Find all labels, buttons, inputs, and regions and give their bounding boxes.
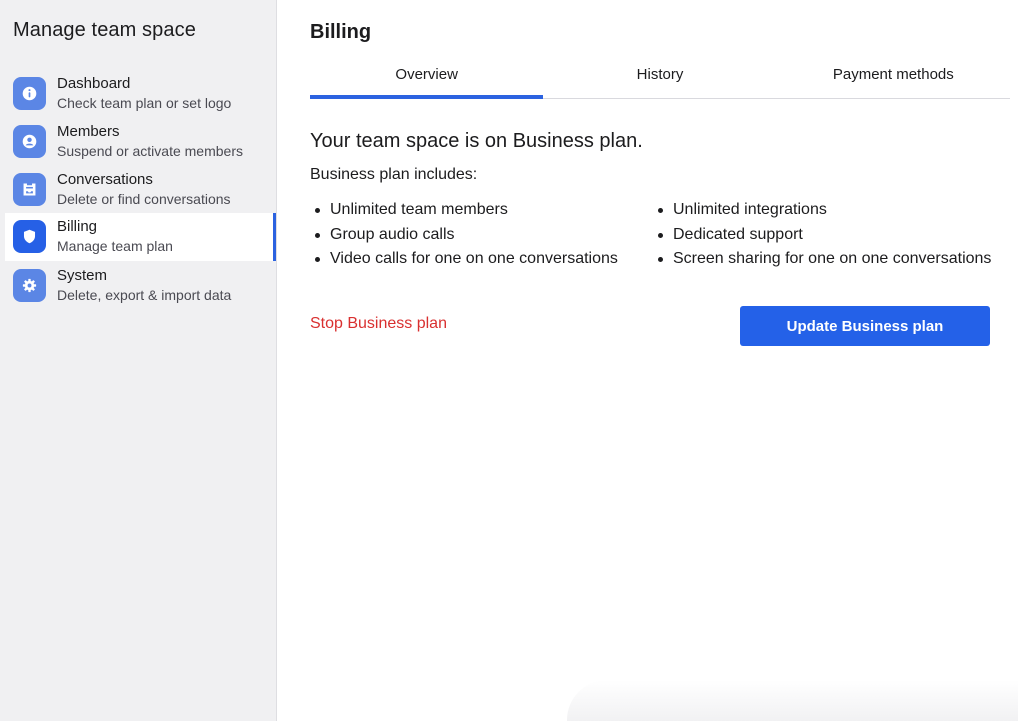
list-item: Unlimited team members [310, 200, 618, 225]
tab-payment-methods[interactable]: Payment methods [777, 56, 1010, 98]
list-item: Screen sharing for one on one conversati… [653, 249, 991, 274]
tab-overview[interactable]: Overview [310, 56, 544, 99]
sidebar-item-conversations[interactable]: Conversations Delete or find conversatio… [5, 166, 276, 214]
sidebar-title: Manage team space [13, 19, 196, 41]
update-plan-button[interactable]: Update Business plan [740, 306, 990, 346]
shield-icon [13, 220, 46, 253]
sidebar-item-members[interactable]: Members Suspend or activate members [5, 118, 276, 166]
sidebar-item-system[interactable]: System Delete, export & import data [5, 262, 276, 310]
sidebar-item-description: Suspend or activate members [57, 143, 243, 159]
sidebar-item-label: Billing [57, 218, 98, 235]
sidebar-item-label: System [57, 267, 108, 284]
billing-tabs: Overview History Payment methods [310, 56, 1010, 99]
list-item: Unlimited integrations [653, 200, 991, 225]
sidebar-item-billing[interactable]: Billing Manage team plan [5, 213, 276, 261]
sidebar-item-label: Members [57, 123, 120, 140]
billing-panel: Billing Overview History Payment methods… [277, 0, 1018, 721]
plan-heading: Your team space is on Business plan. [310, 130, 643, 152]
sidebar-item-description: Manage team plan [57, 238, 173, 254]
user-icon [13, 125, 46, 158]
feature-list-left: Unlimited team members Group audio calls… [310, 200, 618, 274]
page-title: Billing [310, 21, 372, 43]
sidebar: Manage team space Dashboard Check team p… [0, 0, 277, 721]
sidebar-item-description: Check team plan or set logo [57, 95, 232, 111]
info-icon [13, 77, 46, 110]
tab-history[interactable]: History [543, 56, 776, 98]
list-item: Video calls for one on one conversations [310, 249, 618, 274]
sidebar-item-label: Dashboard [57, 75, 131, 92]
inbox-icon [13, 173, 46, 206]
plan-includes-label: Business plan includes: [310, 166, 478, 183]
gear-icon [13, 269, 46, 302]
stop-plan-link[interactable]: Stop Business plan [310, 315, 447, 333]
sidebar-item-label: Conversations [57, 171, 153, 188]
app-window: Manage team space Dashboard Check team p… [0, 0, 1018, 721]
list-item: Group audio calls [310, 225, 618, 250]
list-item: Dedicated support [653, 225, 991, 250]
sidebar-item-dashboard[interactable]: Dashboard Check team plan or set logo [5, 70, 276, 118]
feature-list-right: Unlimited integrations Dedicated support… [653, 200, 991, 274]
sidebar-item-description: Delete, export & import data [57, 287, 232, 303]
sidebar-item-description: Delete or find conversations [57, 191, 231, 207]
panel-shadow [567, 680, 1018, 721]
